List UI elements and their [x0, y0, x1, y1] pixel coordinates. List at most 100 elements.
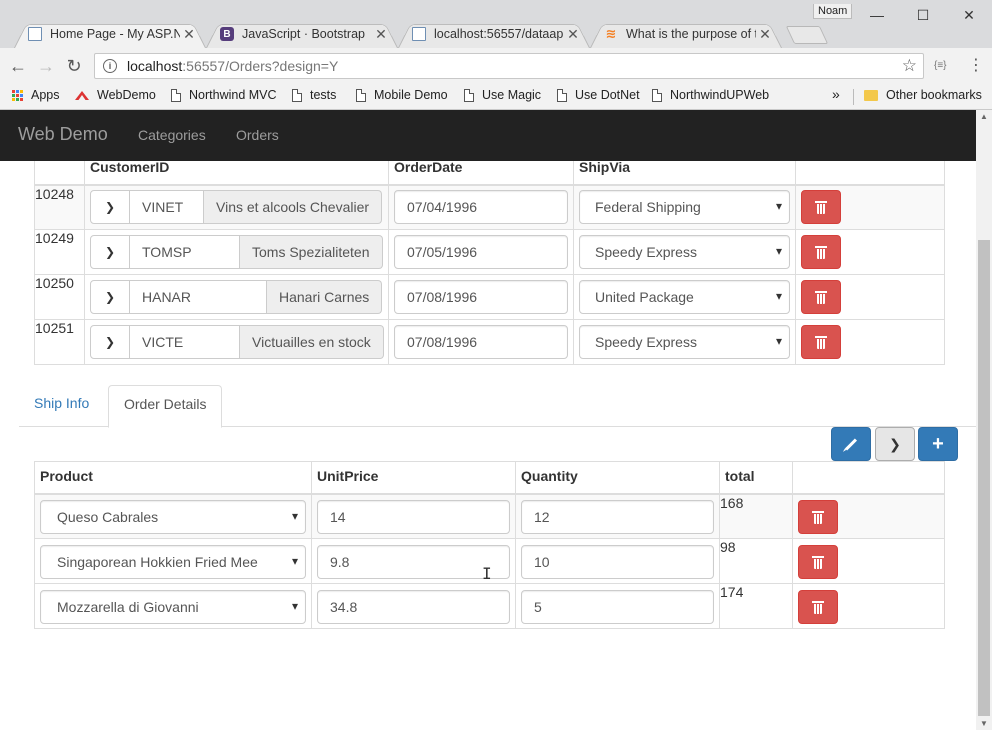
browser-window: Home Page - My ASP.NE ✕ B JavaScript · B…: [0, 0, 992, 730]
order-date-input[interactable]: 07/08/1996: [394, 325, 568, 359]
next-button[interactable]: ❯: [875, 427, 915, 461]
chevron-down-icon[interactable]: ❯: [90, 325, 130, 359]
add-button[interactable]: +: [918, 427, 958, 461]
browser-tab-stackoverflow[interactable]: ≋ What is the purpose of th ✕: [590, 20, 782, 48]
reload-icon[interactable]: ↻: [62, 54, 86, 78]
customer-code-input[interactable]: VINET: [130, 190, 204, 224]
bookmark-northwindupweb[interactable]: NorthwindUPWeb: [652, 88, 769, 102]
delete-order-button[interactable]: [801, 325, 841, 359]
scroll-up-icon[interactable]: ▲: [980, 112, 988, 121]
bookmark-tests[interactable]: tests: [292, 88, 336, 102]
edit-button[interactable]: [831, 427, 871, 461]
customer-picker[interactable]: ❯ TOMSP Toms Spezialiteten: [90, 235, 383, 269]
page-icon: [356, 88, 366, 102]
tab-ship-info[interactable]: Ship Info: [19, 385, 104, 427]
bookmark-use-magic[interactable]: Use Magic: [464, 88, 541, 102]
delete-order-button[interactable]: [801, 280, 841, 314]
column-header-unitprice[interactable]: UnitPrice: [311, 461, 516, 495]
trash-icon: [812, 600, 824, 614]
product-select[interactable]: Singaporean Hokkien Fried Mee: [40, 545, 306, 579]
new-tab-button[interactable]: [785, 26, 829, 44]
bookmark-label: Northwind MVC: [189, 88, 277, 102]
scrollbar-thumb[interactable]: [978, 240, 990, 716]
browser-tab-home[interactable]: Home Page - My ASP.NE ✕: [14, 20, 206, 48]
chevron-down-icon[interactable]: ❯: [90, 235, 130, 269]
bookmark-label: Apps: [31, 88, 60, 102]
bookmark-northwind-mvc[interactable]: Northwind MVC: [171, 88, 277, 102]
customer-picker[interactable]: ❯ HANAR Hanari Carnes: [90, 280, 383, 314]
page-icon: [412, 27, 426, 41]
bookmarks-overflow[interactable]: »: [832, 86, 840, 102]
forward-arrow-icon[interactable]: →: [34, 54, 58, 78]
customer-name: Vins et alcools Chevalier: [204, 190, 383, 224]
ship-via-select[interactable]: Speedy Express: [579, 325, 790, 359]
scroll-down-icon[interactable]: ▼: [980, 719, 988, 728]
unit-price-input[interactable]: 14: [317, 500, 510, 534]
column-header-product[interactable]: Product: [34, 461, 312, 495]
order-id: 10248: [34, 184, 85, 230]
close-window-icon[interactable]: ✕: [946, 2, 992, 28]
column-header-quantity[interactable]: Quantity: [515, 461, 720, 495]
order-date-input[interactable]: 07/05/1996: [394, 235, 568, 269]
customer-code-input[interactable]: HANAR: [130, 280, 267, 314]
menu-icon[interactable]: ⋮: [968, 55, 984, 75]
bookmark-mobile-demo[interactable]: Mobile Demo: [356, 88, 448, 102]
product-select[interactable]: Mozzarella di Giovanni: [40, 590, 306, 624]
quantity-input[interactable]: 10: [521, 545, 714, 579]
quantity-input[interactable]: 5: [521, 590, 714, 624]
ship-via-select[interactable]: United Package: [579, 280, 790, 314]
product-select[interactable]: Queso Cabrales: [40, 500, 306, 534]
nav-link-categories[interactable]: Categories: [138, 127, 206, 143]
maximize-icon[interactable]: ☐: [900, 2, 946, 28]
column-header: [792, 461, 945, 495]
trash-icon: [815, 290, 827, 304]
customer-picker[interactable]: ❯ VICTE Victuailles en stock: [90, 325, 384, 359]
url-host: localhost: [127, 58, 183, 74]
browser-tab-dataapi[interactable]: localhost:56557/dataapi ✕: [398, 20, 590, 48]
minimize-icon[interactable]: —: [854, 2, 900, 28]
customer-code-input[interactable]: TOMSP: [130, 235, 240, 269]
browser-tab-bootstrap[interactable]: B JavaScript · Bootstrap ✕: [206, 20, 398, 48]
quantity-input[interactable]: 12: [521, 500, 714, 534]
trash-icon: [812, 510, 824, 524]
info-icon[interactable]: i: [103, 59, 117, 73]
delete-order-button[interactable]: [801, 190, 841, 224]
delete-detail-button[interactable]: [798, 500, 838, 534]
address-bar[interactable]: i localhost:56557/Orders?design=Y ☆: [94, 53, 924, 79]
delete-detail-button[interactable]: [798, 545, 838, 579]
ship-via-select[interactable]: Speedy Express: [579, 235, 790, 269]
nav-link-orders[interactable]: Orders: [236, 127, 279, 143]
delete-detail-button[interactable]: [798, 590, 838, 624]
profile-name[interactable]: Noam: [813, 4, 853, 19]
trash-icon: [815, 200, 827, 214]
ship-via-select[interactable]: Federal Shipping: [579, 190, 790, 224]
page-icon: [464, 88, 474, 102]
bookmark-label: Mobile Demo: [374, 88, 448, 102]
navbar-brand[interactable]: Web Demo: [18, 124, 108, 145]
close-icon[interactable]: ✕: [182, 26, 196, 43]
star-icon[interactable]: ☆: [902, 56, 917, 76]
bookmark-other[interactable]: Other bookmarks: [864, 88, 982, 102]
bookmark-label: tests: [310, 88, 337, 102]
customer-name: Toms Spezialiteten: [240, 235, 383, 269]
tab-order-details[interactable]: Order Details: [108, 385, 223, 428]
chevron-down-icon[interactable]: ❯: [90, 190, 130, 224]
delete-order-button[interactable]: [801, 235, 841, 269]
customer-picker[interactable]: ❯ VINET Vins et alcools Chevalier: [90, 190, 383, 224]
order-date-input[interactable]: 07/04/1996: [394, 190, 568, 224]
bookmark-webdemo[interactable]: WebDemo: [75, 88, 156, 102]
close-icon[interactable]: ✕: [566, 26, 580, 43]
webdemo-icon: [75, 89, 89, 101]
page-scrollbar[interactable]: ▲ ▼: [976, 110, 992, 730]
chevron-down-icon[interactable]: ❯: [90, 280, 130, 314]
extension-icon[interactable]: {≡}: [934, 60, 947, 71]
close-icon[interactable]: ✕: [758, 26, 772, 43]
column-header-total[interactable]: total: [719, 461, 793, 495]
bookmark-use-dotnet[interactable]: Use DotNet: [557, 88, 640, 102]
unit-price-input[interactable]: 34.8: [317, 590, 510, 624]
back-arrow-icon[interactable]: ←: [6, 54, 30, 78]
customer-code-input[interactable]: VICTE: [130, 325, 240, 359]
close-icon[interactable]: ✕: [374, 26, 388, 43]
order-date-input[interactable]: 07/08/1996: [394, 280, 568, 314]
bookmark-apps[interactable]: Apps: [12, 88, 60, 102]
